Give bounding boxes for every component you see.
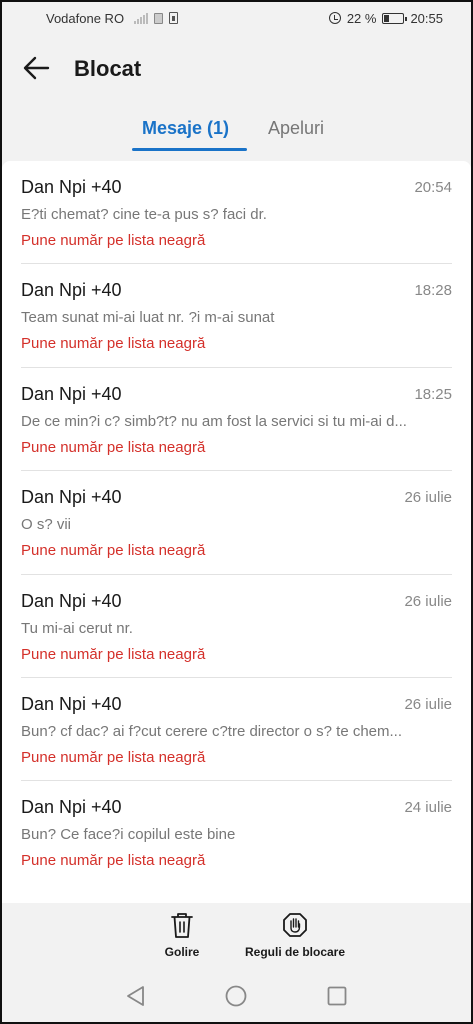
battery-icon — [382, 12, 408, 24]
square-recent-icon — [327, 986, 347, 1006]
blocking-rules-label: Reguli de blocare — [244, 945, 346, 959]
message-item[interactable]: Dan Npi +40 26 iulie Bun? cf dac? ai f?c… — [2, 678, 471, 782]
nav-home-button[interactable] — [224, 984, 248, 1008]
battery-percent: 22 % — [346, 10, 377, 26]
arrow-left-icon — [23, 56, 50, 80]
status-left: Vodafone RO — [46, 10, 179, 26]
message-item[interactable]: Dan Npi +40 24 iulie Bun? Ce face?i copi… — [2, 781, 471, 884]
nav-back-button[interactable] — [124, 984, 148, 1008]
app-header: Blocat — [0, 44, 473, 92]
blocked-messages-list: Dan Npi +40 20:54 E?ti chemat? cine te-a… — [2, 161, 471, 903]
message-preview: Tu mi-ai cerut nr. — [21, 619, 133, 637]
nav-recent-button[interactable] — [325, 984, 349, 1008]
message-preview: Bun? cf dac? ai f?cut cerere c?tre direc… — [21, 722, 403, 740]
message-time: 26 iulie — [404, 695, 452, 713]
tab-messages[interactable]: Mesaje (1) — [142, 118, 229, 139]
sender-name: Dan Npi +40 — [21, 590, 122, 611]
clear-button[interactable]: Golire — [162, 911, 202, 959]
add-to-blacklist-link[interactable]: Pune număr pe lista neagră — [21, 335, 205, 352]
message-preview: O s? vii — [21, 516, 72, 534]
hand-stop-icon — [283, 913, 307, 937]
message-preview: E?ti chemat? cine te-a pus s? faci dr. — [21, 206, 267, 223]
message-time: 26 iulie — [404, 489, 452, 507]
message-preview: Bun? Ce face?i copilul este bine — [21, 826, 236, 844]
message-item[interactable]: Dan Npi +40 26 iulie O s? vii Pune număr… — [2, 471, 471, 575]
alarm-icon — [328, 12, 341, 24]
trash-icon — [171, 913, 193, 938]
message-item[interactable]: Dan Npi +40 18:25 De ce min?i c? simb?t?… — [2, 368, 471, 472]
tab-calls[interactable]: Apeluri — [268, 118, 324, 139]
sim-icon — [154, 12, 164, 24]
message-time: 26 iulie — [404, 592, 452, 610]
sender-name: Dan Npi +40 — [21, 177, 122, 197]
sender-name: Dan Npi +40 — [21, 383, 122, 404]
message-time: 18:25 — [414, 385, 452, 403]
triangle-back-icon — [127, 986, 144, 1006]
blocking-rules-button[interactable]: Reguli de blocare — [242, 911, 348, 959]
signal-icon — [134, 12, 149, 24]
add-to-blacklist-link[interactable]: Pune număr pe lista neagră — [21, 232, 205, 249]
add-to-blacklist-link[interactable]: Pune număr pe lista neagră — [21, 542, 205, 559]
message-item[interactable]: Dan Npi +40 26 iulie Tu mi-ai cerut nr. … — [2, 575, 471, 679]
add-to-blacklist-link[interactable]: Pune număr pe lista neagră — [21, 749, 205, 766]
page-title: Blocat — [74, 56, 142, 81]
message-preview: De ce min?i c? simb?t? nu am fost la ser… — [21, 412, 407, 430]
status-time: 20:55 — [410, 10, 443, 26]
message-preview: Team sunat mi-ai luat nr. ?i m-ai sunat — [21, 309, 275, 327]
bottom-action-bar: Golire Reguli de blocare — [2, 903, 471, 965]
active-tab-indicator — [132, 148, 247, 151]
message-time: 20:54 — [414, 179, 452, 196]
carrier-name: Vodafone RO — [46, 10, 125, 26]
back-button[interactable] — [20, 52, 52, 84]
status-right: 22 % 20:55 — [328, 10, 443, 26]
status-bar: Vodafone RO 22 % 20:55 — [0, 0, 473, 36]
message-item[interactable]: Dan Npi +40 18:28 Team sunat mi-ai luat … — [2, 264, 471, 369]
message-time: 18:28 — [414, 282, 452, 300]
add-to-blacklist-link[interactable]: Pune număr pe lista neagră — [21, 646, 205, 663]
add-to-blacklist-link[interactable]: Pune număr pe lista neagră — [21, 439, 205, 456]
clear-label: Golire — [164, 945, 200, 959]
circle-home-icon — [225, 985, 247, 1007]
system-nav-bar — [0, 968, 473, 1024]
sender-name: Dan Npi +40 — [21, 280, 122, 301]
charging-icon — [169, 12, 179, 24]
message-time: 24 iulie — [404, 799, 452, 817]
sender-name: Dan Npi +40 — [21, 797, 122, 818]
tab-bar: Mesaje (1) Apeluri — [0, 112, 473, 152]
message-item[interactable]: Dan Npi +40 20:54 E?ti chemat? cine te-a… — [2, 161, 471, 265]
sender-name: Dan Npi +40 — [21, 487, 122, 508]
sender-name: Dan Npi +40 — [21, 693, 122, 714]
add-to-blacklist-link[interactable]: Pune număr pe lista neagră — [21, 852, 205, 869]
